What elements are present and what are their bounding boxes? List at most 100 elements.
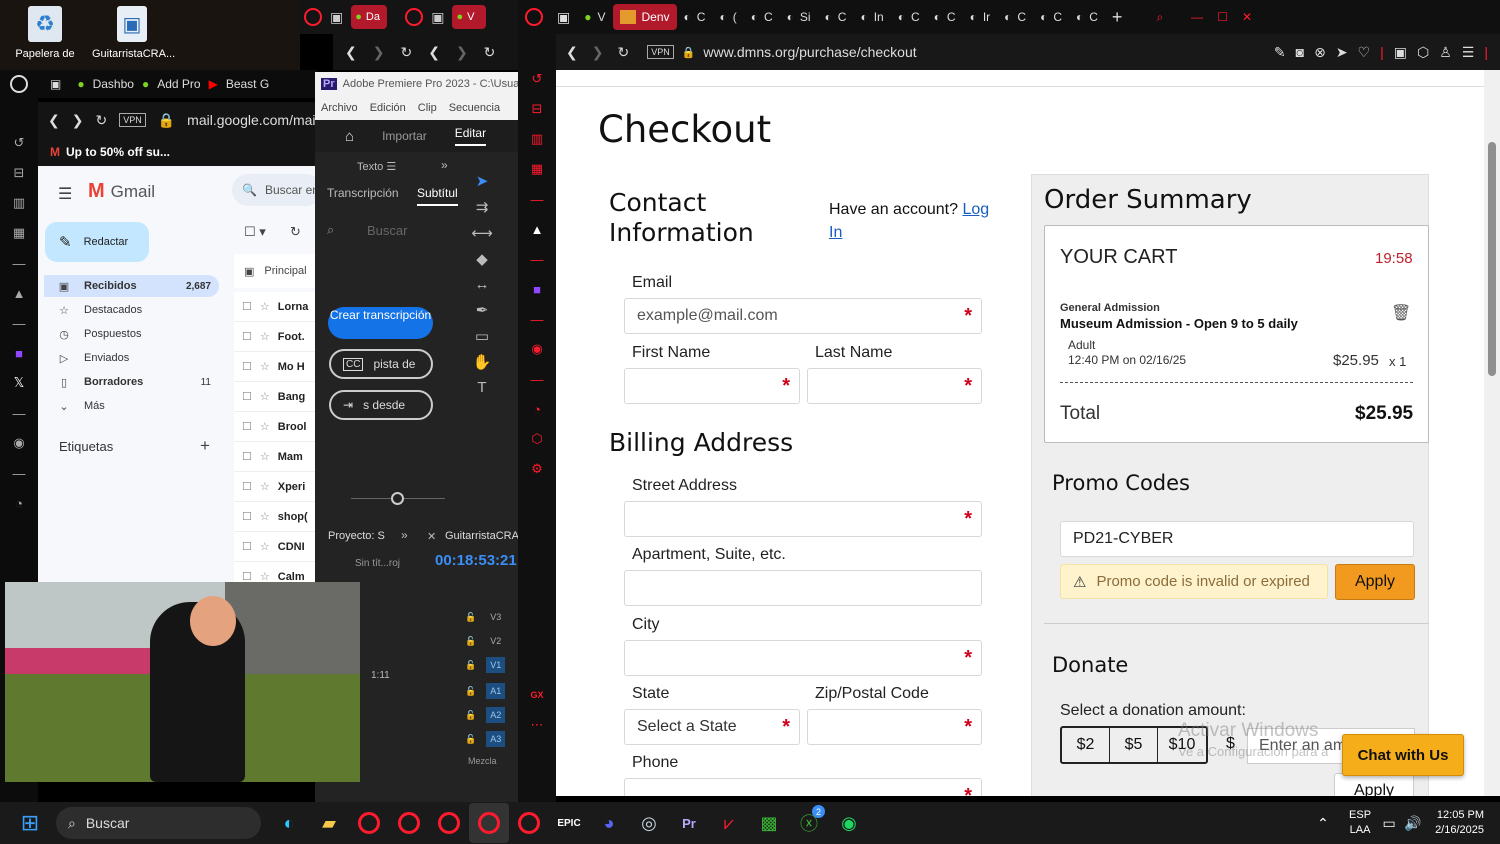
- clock-icon[interactable]: ◔: [518, 394, 556, 424]
- more-icon[interactable]: ⋯: [518, 710, 556, 740]
- back-icon[interactable]: ❮: [428, 44, 440, 61]
- mail-row[interactable]: ☐ ☆ Xperi: [234, 472, 318, 502]
- tab[interactable]: ◐ In: [853, 0, 890, 34]
- minimize-icon[interactable]: —: [1184, 0, 1210, 34]
- star-icon[interactable]: ☆: [260, 540, 270, 553]
- forward-icon[interactable]: ❯: [72, 112, 84, 129]
- premiere-icon[interactable]: Pr: [669, 803, 709, 843]
- x-icon[interactable]: 𝕏: [0, 368, 38, 398]
- lock-icon[interactable]: 🔓: [465, 734, 476, 745]
- history-icon[interactable]: ↺: [518, 64, 556, 94]
- cube-icon[interactable]: ⬡: [518, 424, 556, 454]
- back-icon[interactable]: ❮: [345, 44, 357, 61]
- video-overlay[interactable]: [5, 582, 360, 782]
- page-scrollbar[interactable]: [1484, 70, 1500, 796]
- language-indicator[interactable]: ESP LAA: [1349, 808, 1371, 838]
- star-icon[interactable]: ☆: [260, 360, 270, 373]
- slip-icon[interactable]: ↔: [475, 276, 490, 293]
- settings-icon[interactable]: ⚙: [518, 454, 556, 484]
- bookmark-item[interactable]: Up to 50% off su...: [66, 145, 170, 159]
- checkbox-icon[interactable]: ☐: [242, 510, 252, 523]
- tab[interactable]: Beast G: [226, 77, 269, 91]
- twitch-icon[interactable]: ■: [0, 338, 38, 368]
- mail-row[interactable]: ☐ ☆ Bang: [234, 382, 318, 412]
- aria-icon[interactable]: ▲: [0, 278, 38, 308]
- caption-track-button[interactable]: CC pista de: [329, 349, 433, 379]
- tab-transcription[interactable]: Transcripción: [327, 186, 399, 200]
- tab[interactable]: ◐ C: [677, 0, 713, 34]
- epic-games-icon[interactable]: EPIC: [549, 803, 589, 843]
- opera-taskbar-item[interactable]: [469, 803, 509, 843]
- clock[interactable]: 12:05 PM 2/16/2025: [1435, 808, 1484, 838]
- timeline-track[interactable]: 🔓 A2: [421, 704, 518, 726]
- reload-icon[interactable]: ↻: [400, 44, 412, 61]
- select-all-checkbox[interactable]: ☐ ▾: [244, 224, 266, 240]
- twitch-icon[interactable]: ■: [518, 274, 556, 304]
- nav-snoozed[interactable]: ◷ Pospuestos: [44, 323, 219, 345]
- timeline-track[interactable]: 🔓 V2: [421, 630, 518, 652]
- nav-drafts[interactable]: ▯ Borradores 11: [44, 371, 219, 393]
- razor-icon[interactable]: ◆: [476, 250, 488, 268]
- tv-icon[interactable]: ▥: [518, 124, 556, 154]
- tab-principal[interactable]: ▣ Principal: [234, 254, 318, 288]
- menu-archivo[interactable]: Archivo: [321, 102, 358, 114]
- snapshot-icon[interactable]: ▣: [1394, 44, 1407, 61]
- track-select-icon[interactable]: ⇉: [476, 198, 489, 216]
- opera-taskbar-item[interactable]: [429, 803, 469, 843]
- phone-field[interactable]: *: [624, 778, 982, 796]
- sequence-tab[interactable]: GuitarristaCRAZ: [445, 530, 526, 542]
- checkbox-icon[interactable]: ☐: [242, 360, 252, 373]
- opera-menu-button[interactable]: [518, 0, 550, 34]
- mail-row[interactable]: ☐ ☆ Mam: [234, 442, 318, 472]
- mail-row[interactable]: ☐ ☆ Brool: [234, 412, 318, 442]
- star-icon[interactable]: ☆: [260, 510, 270, 523]
- url-text[interactable]: www.dmns.org/purchase/checkout: [703, 44, 916, 60]
- reload-icon[interactable]: ↻: [484, 44, 496, 61]
- maximize-icon[interactable]: ☐: [1210, 0, 1235, 34]
- ripple-edit-icon[interactable]: ⟷: [471, 224, 493, 242]
- first-name-field[interactable]: *: [624, 368, 800, 404]
- compose-button[interactable]: ✎ Redactar: [45, 222, 149, 262]
- tab[interactable]: ◐ Si: [780, 0, 818, 34]
- opera-taskbar-item[interactable]: [349, 803, 389, 843]
- city-field[interactable]: *: [624, 640, 982, 676]
- tab[interactable]: ◐ C: [1069, 0, 1105, 34]
- mail-row[interactable]: ☐ ☆ CDNI: [234, 532, 318, 562]
- close-icon[interactable]: ✕: [1235, 0, 1259, 34]
- tab[interactable]: ◐ Ir: [963, 0, 998, 34]
- type-tool-icon[interactable]: T: [477, 379, 486, 396]
- back-icon[interactable]: ❮: [48, 112, 60, 129]
- checkbox-icon[interactable]: ☐: [242, 540, 252, 553]
- explorer-icon[interactable]: ▰: [309, 803, 349, 843]
- network-icon[interactable]: ▭: [1377, 803, 1401, 843]
- vpn-badge[interactable]: VPN: [119, 113, 146, 127]
- tab-import[interactable]: Importar: [382, 129, 427, 143]
- minecraft-icon[interactable]: ▩: [749, 803, 789, 843]
- heart-icon[interactable]: ♡: [1358, 44, 1371, 61]
- star-icon[interactable]: ☆: [260, 480, 270, 493]
- opera-taskbar-item[interactable]: [389, 803, 429, 843]
- steam-icon[interactable]: ◎: [629, 803, 669, 843]
- lock-icon[interactable]: 🔓: [465, 686, 476, 697]
- aria-icon[interactable]: ▲: [518, 214, 556, 244]
- lock-icon[interactable]: 🔓: [465, 612, 476, 623]
- checkbox-icon[interactable]: ☐: [242, 390, 252, 403]
- forward-icon[interactable]: ❯: [456, 44, 468, 61]
- donation-option[interactable]: $5: [1110, 728, 1158, 762]
- checkbox-icon[interactable]: ☐: [242, 300, 252, 313]
- tray-chevron-icon[interactable]: ⌃: [1303, 803, 1343, 843]
- tab-captions[interactable]: Subtítul: [417, 186, 458, 206]
- tab[interactable]: ◐ C: [927, 0, 963, 34]
- nav-more[interactable]: ⌄ Más: [44, 395, 219, 417]
- star-icon[interactable]: ☆: [260, 390, 270, 403]
- start-icon[interactable]: ⊞: [10, 803, 50, 843]
- snapshot-icon[interactable]: ▣: [431, 9, 444, 26]
- promo-code-field[interactable]: PD21-CYBER: [1060, 521, 1414, 557]
- profile-icon[interactable]: ♙: [1439, 44, 1452, 61]
- tab[interactable]: ◐(: [712, 0, 743, 34]
- tab[interactable]: Dashbo: [93, 77, 134, 91]
- pen-icon[interactable]: ✒: [476, 301, 489, 319]
- donation-option[interactable]: $2: [1062, 728, 1110, 762]
- apt-field[interactable]: [624, 570, 982, 606]
- menu-secuencia[interactable]: Secuencia: [449, 102, 500, 114]
